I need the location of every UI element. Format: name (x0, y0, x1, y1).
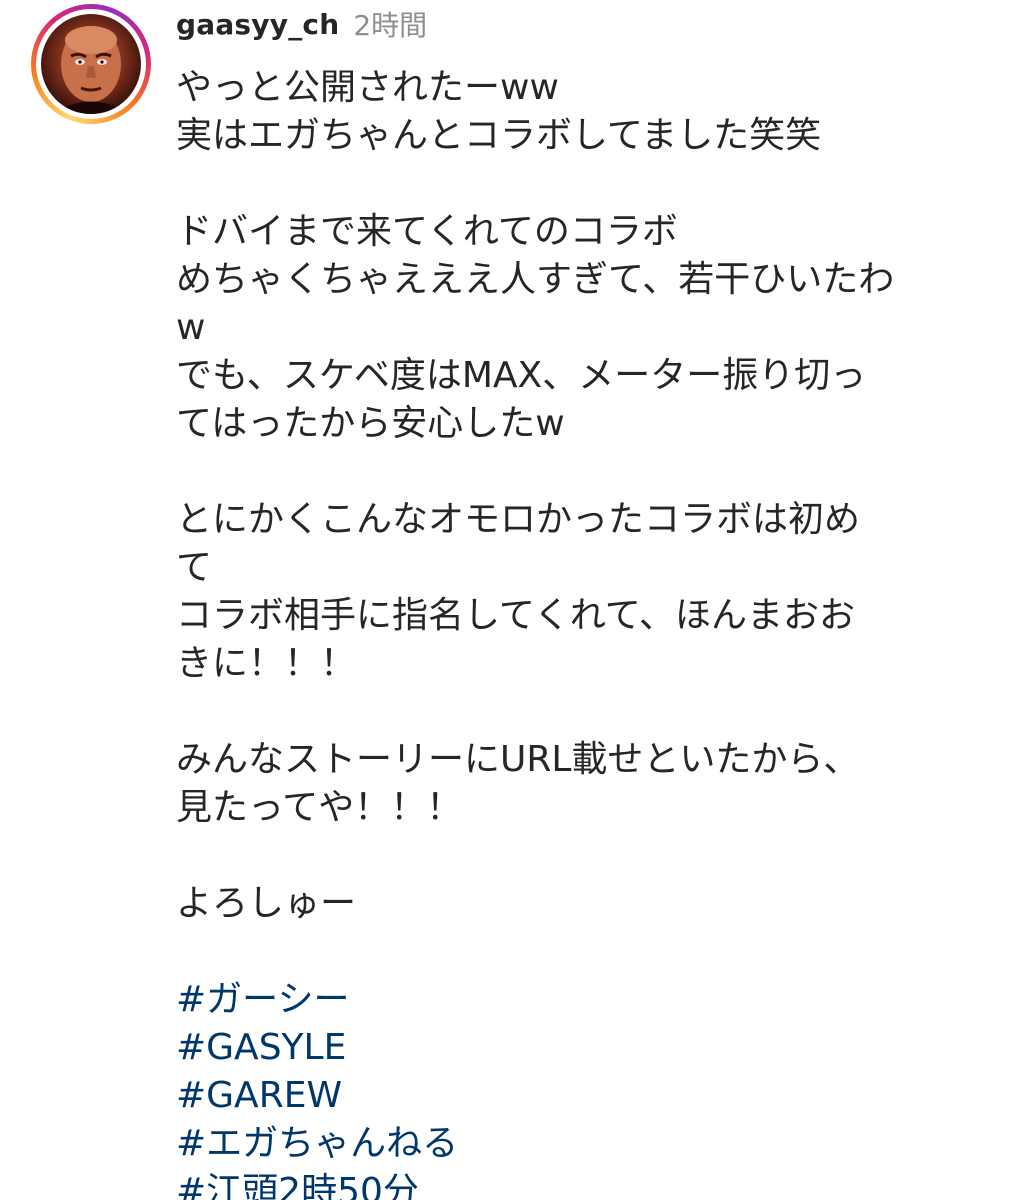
instagram-post-caption: gaasyy_ch 2時間 やっと公開されたーww 実はエガちゃんとコラボしてま… (0, 0, 1025, 1200)
caption-line: みんなストーリーにURL載せといたから、 (176, 739, 860, 780)
post-header: gaasyy_ch 2時間 (176, 4, 427, 44)
caption-line: てはったから安心したw (176, 403, 565, 444)
avatar[interactable] (41, 14, 141, 114)
hashtag-link[interactable]: #エガちゃんねる (176, 1120, 976, 1168)
profile-photo-icon (61, 26, 121, 114)
avatar-border (36, 9, 146, 119)
hashtag-link[interactable]: #ガーシー (176, 976, 976, 1024)
caption-line (176, 928, 976, 976)
caption-line (176, 160, 976, 208)
caption-line (176, 688, 976, 736)
caption-line: 見たってや！！！ (176, 787, 463, 828)
caption-text: やっと公開されたーww 実はエガちゃんとコラボしてました笑笑 ドバイまで来てくれ… (176, 64, 976, 1200)
caption-line: w (176, 307, 206, 348)
story-ring[interactable] (31, 4, 151, 124)
caption-line: ドバイまで来てくれてのコラボ (176, 211, 678, 252)
caption-line: て (176, 547, 213, 588)
caption-line (176, 448, 976, 496)
hashtag-link[interactable]: #GASYLE (176, 1024, 976, 1072)
hashtag-link[interactable]: #江頭2時50分 (176, 1168, 976, 1200)
caption-line: でも、スケベ度はMAX、メーター振り切っ (176, 355, 867, 396)
caption-line: よろしゅー (176, 883, 357, 924)
caption-line: きに！！！ (176, 643, 357, 684)
caption-line (176, 832, 976, 880)
caption-line: 実はエガちゃんとコラボしてました笑笑 (176, 115, 822, 156)
post-timestamp[interactable]: 2時間 (353, 4, 427, 44)
caption-line: やっと公開されたーww (176, 67, 559, 108)
username-link[interactable]: gaasyy_ch (176, 8, 339, 41)
caption-line: めちゃくちゃえええ人すぎて、若干ひいたわ (176, 259, 895, 300)
caption-line: とにかくこんなオモロかったコラボは初め (176, 499, 861, 540)
hashtag-link[interactable]: #GAREW (176, 1072, 976, 1120)
caption-line: コラボ相手に指名してくれて、ほんまおお (176, 595, 855, 636)
